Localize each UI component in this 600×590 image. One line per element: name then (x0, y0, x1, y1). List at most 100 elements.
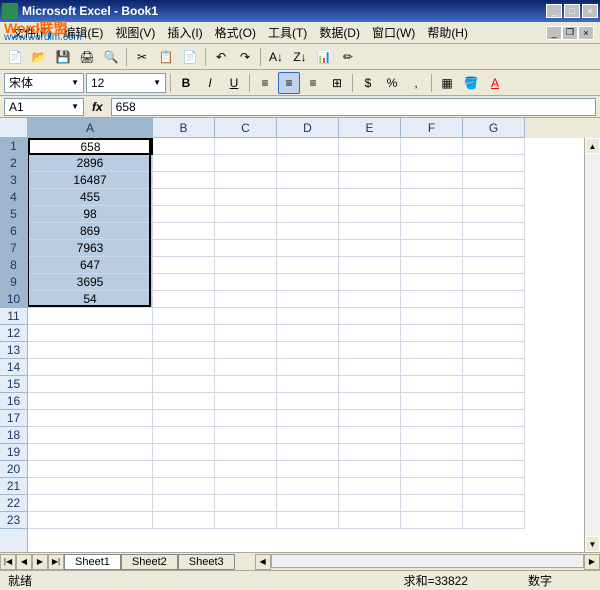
menu-insert[interactable]: 插入(I) (161, 22, 208, 43)
cell-C2[interactable] (215, 155, 277, 172)
cell-F13[interactable] (401, 342, 463, 359)
cell-G3[interactable] (463, 172, 525, 189)
cell-A3[interactable]: 16487 (28, 172, 153, 189)
cell-G7[interactable] (463, 240, 525, 257)
cell-E13[interactable] (339, 342, 401, 359)
col-header-A[interactable]: A (28, 118, 153, 138)
cell-E1[interactable] (339, 138, 401, 155)
cell-G17[interactable] (463, 410, 525, 427)
row-header-22[interactable]: 22 (0, 495, 27, 512)
row-header-5[interactable]: 5 (0, 206, 27, 223)
cell-B7[interactable] (153, 240, 215, 257)
menu-data[interactable]: 数据(D) (313, 22, 366, 43)
cell-C11[interactable] (215, 308, 277, 325)
row-header-3[interactable]: 3 (0, 172, 27, 189)
sort-desc-icon[interactable]: Z↓ (289, 46, 311, 68)
hscroll-right-icon[interactable]: ▶ (584, 554, 600, 570)
row-header-16[interactable]: 16 (0, 393, 27, 410)
cell-E17[interactable] (339, 410, 401, 427)
close-button[interactable]: × (582, 4, 598, 18)
cell-D5[interactable] (277, 206, 339, 223)
cell-D23[interactable] (277, 512, 339, 529)
tab-sheet2[interactable]: Sheet2 (121, 554, 178, 570)
cell-B9[interactable] (153, 274, 215, 291)
cell-D20[interactable] (277, 461, 339, 478)
cell-E11[interactable] (339, 308, 401, 325)
cell-B17[interactable] (153, 410, 215, 427)
cell-G18[interactable] (463, 427, 525, 444)
cell-G21[interactable] (463, 478, 525, 495)
cell-F7[interactable] (401, 240, 463, 257)
cell-B4[interactable] (153, 189, 215, 206)
cell-F20[interactable] (401, 461, 463, 478)
cell-C21[interactable] (215, 478, 277, 495)
tab-first-icon[interactable]: |◀ (0, 554, 16, 570)
col-header-E[interactable]: E (339, 118, 401, 138)
row-header-23[interactable]: 23 (0, 512, 27, 529)
select-all-corner[interactable] (0, 118, 28, 138)
cell-A2[interactable]: 2896 (28, 155, 153, 172)
minimize-button[interactable]: _ (546, 4, 562, 18)
col-header-D[interactable]: D (277, 118, 339, 138)
cell-B18[interactable] (153, 427, 215, 444)
cell-D21[interactable] (277, 478, 339, 495)
cell-D3[interactable] (277, 172, 339, 189)
cell-A17[interactable] (28, 410, 153, 427)
cell-D15[interactable] (277, 376, 339, 393)
cell-G4[interactable] (463, 189, 525, 206)
cell-F14[interactable] (401, 359, 463, 376)
cell-E2[interactable] (339, 155, 401, 172)
cell-A15[interactable] (28, 376, 153, 393)
cell-E5[interactable] (339, 206, 401, 223)
cell-D1[interactable] (277, 138, 339, 155)
cell-D12[interactable] (277, 325, 339, 342)
cell-D14[interactable] (277, 359, 339, 376)
hscroll-track[interactable] (271, 554, 584, 568)
cell-B16[interactable] (153, 393, 215, 410)
underline-icon[interactable]: U (223, 72, 245, 94)
cell-B11[interactable] (153, 308, 215, 325)
row-header-14[interactable]: 14 (0, 359, 27, 376)
maximize-button[interactable]: □ (564, 4, 580, 18)
cell-E23[interactable] (339, 512, 401, 529)
cell-G22[interactable] (463, 495, 525, 512)
cell-E14[interactable] (339, 359, 401, 376)
cell-C12[interactable] (215, 325, 277, 342)
cell-E18[interactable] (339, 427, 401, 444)
cell-D19[interactable] (277, 444, 339, 461)
italic-icon[interactable]: I (199, 72, 221, 94)
cell-F8[interactable] (401, 257, 463, 274)
cell-B15[interactable] (153, 376, 215, 393)
menu-edit[interactable]: 编辑(E) (57, 22, 109, 43)
row-header-18[interactable]: 18 (0, 427, 27, 444)
cell-F12[interactable] (401, 325, 463, 342)
cell-E22[interactable] (339, 495, 401, 512)
align-right-icon[interactable]: ≡ (302, 72, 324, 94)
cell-G16[interactable] (463, 393, 525, 410)
cell-D13[interactable] (277, 342, 339, 359)
align-center-icon[interactable]: ≡ (278, 72, 300, 94)
row-header-21[interactable]: 21 (0, 478, 27, 495)
cell-D2[interactable] (277, 155, 339, 172)
cell-D17[interactable] (277, 410, 339, 427)
row-header-9[interactable]: 9 (0, 274, 27, 291)
cell-A14[interactable] (28, 359, 153, 376)
cell-F18[interactable] (401, 427, 463, 444)
row-header-13[interactable]: 13 (0, 342, 27, 359)
fx-icon[interactable]: fx (88, 100, 107, 114)
drawing-icon[interactable]: ✏ (337, 46, 359, 68)
cell-D6[interactable] (277, 223, 339, 240)
font-size-select[interactable]: 12 ▼ (86, 73, 166, 93)
cell-B20[interactable] (153, 461, 215, 478)
hscroll-left-icon[interactable]: ◀ (255, 554, 271, 570)
cell-A1[interactable]: 658 (28, 138, 153, 155)
merge-icon[interactable]: ⊞ (326, 72, 348, 94)
cell-B23[interactable] (153, 512, 215, 529)
doc-restore-button[interactable]: ❐ (562, 26, 578, 40)
cell-E10[interactable] (339, 291, 401, 308)
percent-icon[interactable]: % (381, 72, 403, 94)
cell-G20[interactable] (463, 461, 525, 478)
cell-B2[interactable] (153, 155, 215, 172)
cell-B22[interactable] (153, 495, 215, 512)
cell-F6[interactable] (401, 223, 463, 240)
